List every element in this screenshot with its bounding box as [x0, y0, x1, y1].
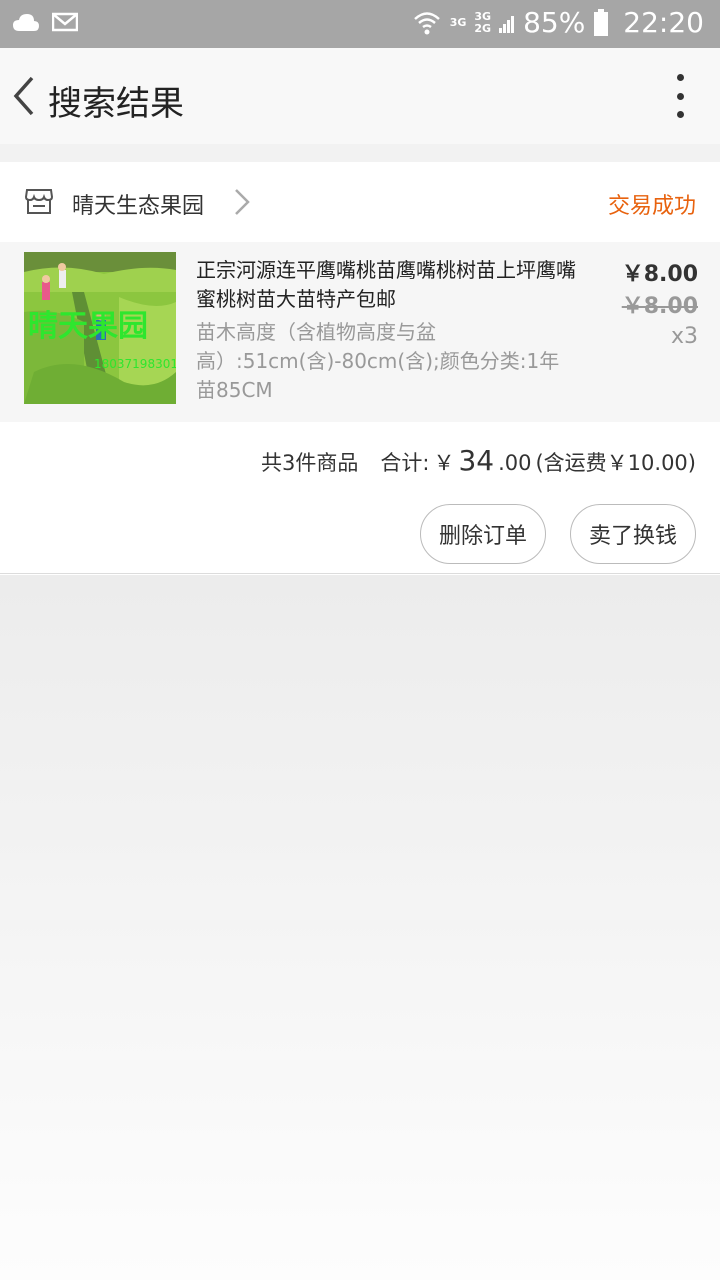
- total-decimal: .00: [498, 451, 532, 475]
- app-bar: 搜索结果: [0, 48, 720, 144]
- network-type-1: 3G: [449, 15, 467, 29]
- battery-icon: [594, 8, 609, 36]
- shop-icon: [24, 189, 54, 214]
- order-item[interactable]: 晴天果园 18037198301 正宗河源连平鹰嘴桃苗鹰嘴桃树苗上坪鹰嘴蜜桃树苗…: [0, 242, 720, 422]
- more-dot: [676, 111, 684, 118]
- total-currency: ￥: [433, 451, 455, 475]
- status-bar-left: [12, 12, 78, 32]
- clock: 22:20: [623, 6, 704, 39]
- product-title: 正宗河源连平鹰嘴桃苗鹰嘴桃树苗上坪鹰嘴蜜桃树苗大苗特产包邮: [196, 258, 576, 311]
- shipping-note: (含运费￥10.00): [535, 451, 696, 475]
- shop-row[interactable]: 晴天生态果园 交易成功: [0, 162, 720, 242]
- wifi-icon: [413, 11, 440, 34]
- network-type-2: 3G 2G: [474, 9, 492, 35]
- empty-content-area: [0, 575, 720, 1280]
- shop-name: 晴天生态果园: [72, 194, 205, 219]
- cloud-icon: [13, 14, 39, 31]
- section-divider: [0, 144, 720, 162]
- product-quantity: x3: [670, 324, 698, 349]
- delete-order-button[interactable]: 删除订单: [420, 504, 546, 564]
- page-title: 搜索结果: [48, 84, 184, 124]
- battery-percent: 85%: [523, 6, 586, 39]
- mail-icon: [52, 12, 78, 32]
- order-status: 交易成功: [607, 194, 696, 219]
- item-count: 共3件商品: [260, 451, 359, 475]
- more-options-button[interactable]: [670, 74, 690, 118]
- product-original-price: ￥8.00: [621, 294, 698, 319]
- status-bar: 3G 3G 2G 85% 22:20: [0, 0, 720, 48]
- total-label: 合计:: [380, 451, 430, 475]
- thumbnail-watermark: 晴天果园: [28, 309, 148, 344]
- chevron-right-icon: [235, 189, 250, 215]
- sell-item-button[interactable]: 卖了换钱: [570, 504, 696, 564]
- order-card: 晴天生态果园 交易成功 晴天果园 18037198301 正宗河源连平鹰嘴桃苗鹰…: [0, 162, 720, 574]
- chevron-left-icon: [13, 76, 34, 116]
- thumbnail-phone: 18037198301: [94, 357, 176, 371]
- back-button[interactable]: [4, 72, 44, 120]
- signal-icon: [499, 15, 515, 33]
- product-spec: 苗木高度（含植物高度与盆高）:51cm(含)-80cm(含);颜色分类:1年苗8…: [196, 320, 560, 402]
- product-image: 晴天果园 18037198301: [24, 252, 176, 404]
- order-summary: 共3件商品 合计: ￥ 34.00 (含运费￥10.00): [261, 444, 696, 477]
- total-integer: 34: [458, 444, 495, 477]
- product-thumbnail[interactable]: 晴天果园 18037198301: [24, 252, 176, 404]
- status-bar-right: 3G 3G 2G 85% 22:20: [412, 6, 704, 39]
- more-dot: [676, 92, 684, 100]
- more-dot: [676, 74, 684, 81]
- product-price: ￥8.00: [621, 262, 698, 287]
